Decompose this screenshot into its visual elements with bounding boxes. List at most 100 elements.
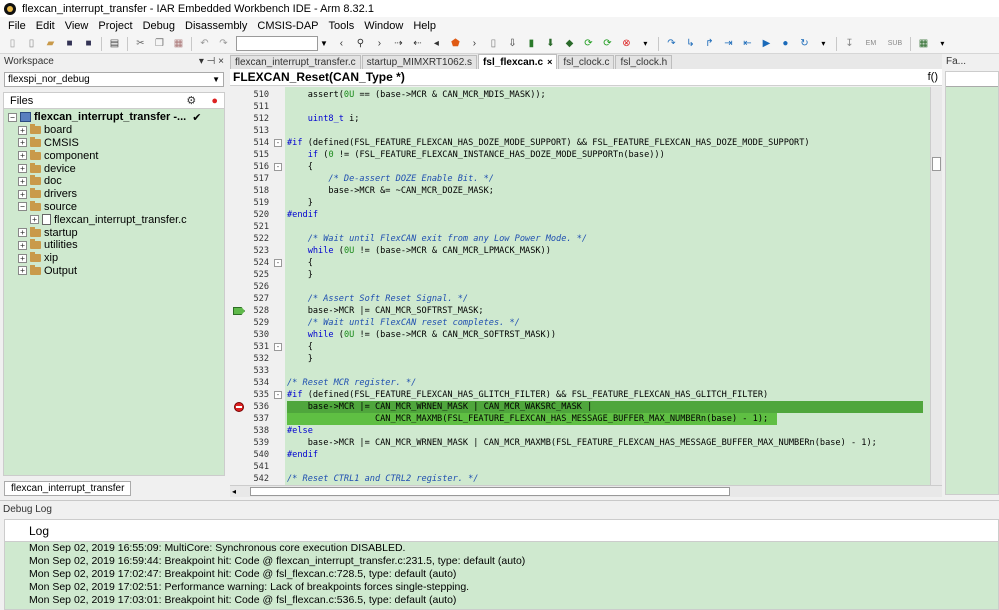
- expand-icon[interactable]: +: [18, 164, 27, 174]
- run-to-cursor-icon[interactable]: ⇤: [741, 37, 754, 50]
- menu-window[interactable]: Window: [359, 20, 408, 32]
- tree-item-startup[interactable]: + startup: [4, 226, 224, 239]
- cut-icon[interactable]: ✂: [134, 37, 147, 50]
- go-to-icon[interactable]: ⇢: [392, 37, 405, 50]
- code-line[interactable]: 515 if (0 != (FSL_FEATURE_FLEXCAN_INSTAN…: [230, 149, 930, 161]
- step-out-icon[interactable]: ↱: [703, 37, 716, 50]
- code-line[interactable]: 518 base->MCR &= ~CAN_MCR_DOZE_MASK;: [230, 185, 930, 197]
- function-list-icon[interactable]: f(): [928, 71, 938, 83]
- menu-project[interactable]: Project: [93, 20, 137, 32]
- code-line[interactable]: 540 #endif: [230, 449, 930, 461]
- step-over-icon[interactable]: ↷: [665, 37, 678, 50]
- menu-view[interactable]: View: [60, 20, 94, 32]
- find-icon[interactable]: ⚲: [354, 37, 367, 50]
- workspace-tab[interactable]: flexcan_interrupt_transfer: [4, 481, 132, 496]
- fold-toggle-icon[interactable]: -: [274, 259, 282, 267]
- scroll-thumb[interactable]: [932, 157, 941, 171]
- code-line[interactable]: 528 base->MCR |= CAN_MCR_SOFTRST_MASK;: [230, 305, 930, 317]
- tree-item-board[interactable]: + board: [4, 124, 224, 137]
- code-line[interactable]: 527 /* Assert Soft Reset Signal. */: [230, 293, 930, 305]
- code-line[interactable]: 533: [230, 365, 930, 377]
- navigate-forward-icon[interactable]: ›: [468, 37, 481, 50]
- tree-item-component[interactable]: + component: [4, 149, 224, 162]
- code-line[interactable]: 512 uint8_t i;: [230, 113, 930, 125]
- code-line[interactable]: 526: [230, 281, 930, 293]
- tree-item-xip[interactable]: + xip: [4, 252, 224, 265]
- code-line[interactable]: 513: [230, 125, 930, 137]
- expand-icon[interactable]: +: [18, 189, 27, 199]
- code-editor[interactable]: 510 assert(0U == (base->MCR & CAN_MCR_MD…: [230, 87, 930, 485]
- expand-icon[interactable]: +: [18, 228, 27, 238]
- make-icon[interactable]: ▮: [525, 37, 538, 50]
- chevron-down-icon[interactable]: ▾: [639, 37, 652, 50]
- expand-icon[interactable]: +: [18, 138, 27, 148]
- sub-icon[interactable]: SUB: [886, 37, 904, 50]
- expand-icon[interactable]: +: [18, 266, 27, 276]
- fold-toggle-icon[interactable]: -: [274, 163, 282, 171]
- chevron-down-icon[interactable]: ▼: [320, 39, 328, 48]
- code-line[interactable]: 524- {: [230, 257, 930, 269]
- tree-item-source[interactable]: − source: [4, 200, 224, 214]
- code-line[interactable]: 523 while (0U != (base->MCR & CAN_MCR_LP…: [230, 245, 930, 257]
- tab-fsl-clock-h[interactable]: fsl_clock.h: [615, 55, 673, 69]
- expand-icon[interactable]: +: [18, 240, 27, 250]
- code-line[interactable]: 520 #endif: [230, 209, 930, 221]
- tree-item-output[interactable]: + Output: [4, 264, 224, 278]
- undo-icon[interactable]: ↶: [198, 37, 211, 50]
- close-icon[interactable]: ×: [547, 57, 552, 67]
- tree-item-doc[interactable]: + doc: [4, 175, 224, 188]
- collapse-icon[interactable]: −: [18, 202, 27, 212]
- code-line[interactable]: 517 /* De-assert DOZE Enable Bit. */: [230, 173, 930, 185]
- code-line[interactable]: 516- {: [230, 161, 930, 173]
- scroll-left-icon[interactable]: ◂: [232, 487, 236, 496]
- menu-debug[interactable]: Debug: [138, 20, 180, 32]
- code-line[interactable]: 510 assert(0U == (base->MCR & CAN_MCR_MD…: [230, 89, 930, 101]
- collapse-icon[interactable]: −: [8, 112, 17, 122]
- code-line[interactable]: 536 base->MCR |= CAN_MCR_WRNEN_MASK | CA…: [230, 401, 930, 413]
- breakpoint-icon[interactable]: [234, 402, 244, 412]
- menu-help[interactable]: Help: [408, 20, 441, 32]
- open-file-icon[interactable]: ▰: [44, 37, 57, 50]
- navigate-back-icon[interactable]: ⇠: [411, 37, 424, 50]
- find-combo-input[interactable]: [236, 36, 318, 51]
- find-next-icon[interactable]: ›: [373, 37, 386, 50]
- new-workspace-icon[interactable]: ▯: [6, 37, 19, 50]
- code-line[interactable]: 521: [230, 221, 930, 233]
- code-line[interactable]: 514- #if (defined(FSL_FEATURE_FLEXCAN_HAS…: [230, 137, 930, 149]
- reset-target-icon[interactable]: ↻: [798, 37, 811, 50]
- paste-icon[interactable]: ▦: [172, 37, 185, 50]
- menu-file[interactable]: File: [3, 20, 31, 32]
- copy-icon[interactable]: ❐: [153, 37, 166, 50]
- function-navigator[interactable]: FLEXCAN_Reset(CAN_Type *) f(): [230, 69, 942, 86]
- save-icon[interactable]: ■: [63, 37, 76, 50]
- expand-icon[interactable]: +: [18, 125, 27, 135]
- configuration-select[interactable]: flexspi_nor_debug ▼: [4, 72, 224, 87]
- code-line[interactable]: 542 /* Reset CTRL1 and CTRL2 register. */: [230, 473, 930, 485]
- step-into-icon[interactable]: ↳: [684, 37, 697, 50]
- toggle-breakpoint-icon[interactable]: ▯: [487, 37, 500, 50]
- close-icon[interactable]: ×: [218, 56, 224, 67]
- save-all-icon[interactable]: ■: [82, 37, 95, 50]
- bookmark-icon[interactable]: ◂: [430, 37, 443, 50]
- menu-tools[interactable]: Tools: [324, 20, 360, 32]
- compile-icon[interactable]: ⇩: [506, 37, 519, 50]
- chevron-down-icon[interactable]: ▾: [936, 37, 949, 50]
- tree-item-source-file[interactable]: + flexcan_interrupt_transfer.c: [4, 213, 224, 226]
- code-line[interactable]: 539 base->MCR |= CAN_MCR_WRNEN_MASK | CA…: [230, 437, 930, 449]
- tree-item-drivers[interactable]: + drivers: [4, 188, 224, 201]
- code-line[interactable]: 538 #else: [230, 425, 930, 437]
- cores-icon[interactable]: ▦: [917, 37, 930, 50]
- fold-toggle-icon[interactable]: -: [274, 391, 282, 399]
- next-statement-icon[interactable]: ⇥: [722, 37, 735, 50]
- menu-cmsis-dap[interactable]: CMSIS-DAP: [252, 20, 323, 32]
- chevron-down-icon[interactable]: ▾: [817, 37, 830, 50]
- pin-icon[interactable]: ⊣: [207, 56, 216, 67]
- code-line[interactable]: 537 CAN_MCR_MAXMB(FSL_FEATURE_FLEXCAN_HA…: [230, 413, 930, 425]
- tree-item-project[interactable]: − flexcan_interrupt_transfer -... ✔: [4, 111, 224, 124]
- tab-fsl-clock-c[interactable]: fsl_clock.c: [558, 55, 615, 69]
- debug-without-download-icon[interactable]: ◆: [563, 37, 576, 50]
- fold-toggle-icon[interactable]: -: [274, 139, 282, 147]
- tab-flexcan-interrupt-transfer[interactable]: flexcan_interrupt_transfer.c: [230, 55, 361, 69]
- log-column-header[interactable]: Log: [5, 520, 998, 542]
- tree-item-cmsis[interactable]: + CMSIS: [4, 136, 224, 150]
